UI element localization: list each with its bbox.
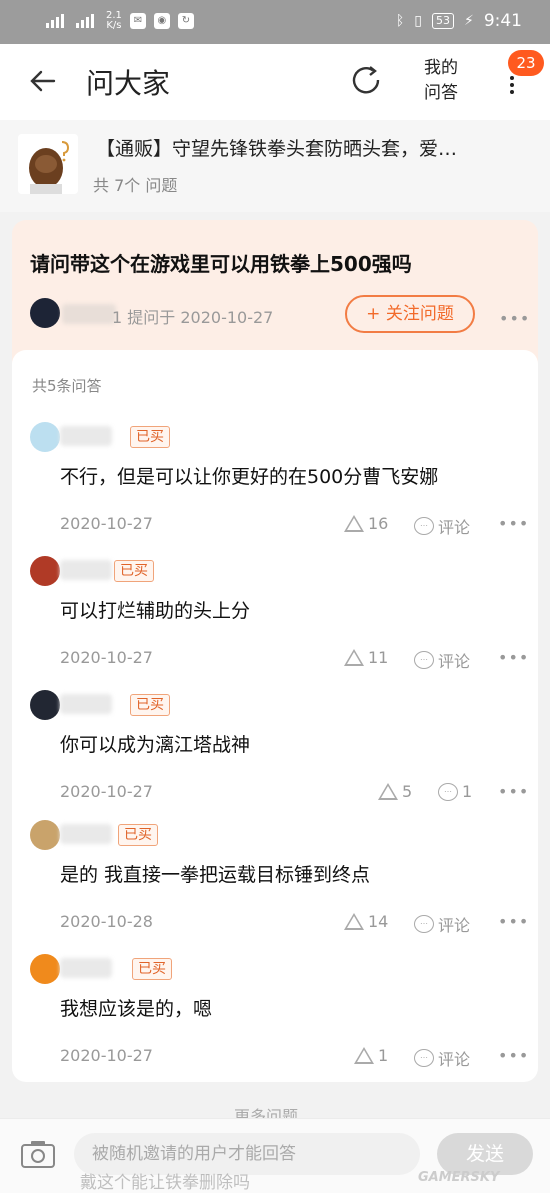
answer-more-icon[interactable]: ••• — [498, 912, 529, 931]
question-meta: 1 提问于 2020-10-27 — [112, 308, 274, 327]
clock: 9:41 — [483, 11, 522, 31]
watermark: GAMERSKY — [418, 1170, 500, 1185]
answer-more-icon[interactable]: ••• — [498, 782, 529, 801]
network-speed: 2.1 K/s — [106, 10, 122, 31]
comment-button[interactable]: … 评论 — [414, 912, 470, 936]
comment-bubble-icon: … — [438, 782, 458, 801]
like-button[interactable]: 16 — [344, 514, 388, 533]
answer-date: 2020-10-28 — [60, 912, 153, 931]
question-card: 请问带这个在游戏里可以用铁拳上500强吗 1 提问于 2020-10-27 + … — [12, 220, 538, 370]
comment-button[interactable]: … 1 — [438, 782, 472, 801]
answer-item: 已买 可以打烂辅助的头上分 2020-10-27 11 … 评论 ••• — [12, 556, 538, 686]
answer-item: 已买 是的 我直接一拳把运载目标锤到终点 2020-10-28 14 … 评论 •… — [12, 820, 538, 950]
comment-button[interactable]: … 评论 — [414, 1046, 470, 1070]
signal-icon-2 — [76, 14, 98, 28]
next-question-preview: 戴这个能让铁拳删除吗 — [80, 1173, 250, 1193]
product-summary[interactable]: 【通贩】守望先锋铁拳头套防晒头套，爱… 共 7个 问题 — [0, 120, 550, 212]
answers-count: 共5条问答 — [32, 377, 102, 395]
question-text: 请问带这个在游戏里可以用铁拳上500强吗 — [30, 252, 412, 276]
answer-date: 2020-10-27 — [60, 514, 153, 533]
comment-bubble-icon: … — [414, 915, 434, 933]
answer-avatar[interactable] — [30, 556, 60, 586]
signal-icon — [46, 14, 68, 28]
answer-more-icon[interactable]: ••• — [498, 1046, 529, 1065]
vibrate-icon: ▯ — [414, 13, 422, 29]
like-triangle-icon — [344, 649, 364, 666]
like-triangle-icon — [378, 783, 398, 800]
comment-bubble-icon: … — [414, 517, 434, 535]
answer-avatar[interactable] — [30, 422, 60, 452]
answer-item: 已买 我想应该是的，嗯 2020-10-27 1 … 评论 ••• — [12, 954, 538, 1084]
purchased-tag: 已买 — [114, 560, 154, 582]
answer-username-blurred — [60, 694, 112, 714]
answer-text: 是的 我直接一拳把运载目标锤到终点 — [60, 864, 371, 886]
status-bar: 2.1 K/s ✉ ◉ ↻ ᛒ ▯ 53 ⚡ 9:41 — [0, 0, 550, 44]
like-button[interactable]: 1 — [354, 1046, 388, 1065]
answer-date: 2020-10-27 — [60, 648, 153, 667]
like-button[interactable]: 5 — [378, 782, 412, 801]
more-menu-icon[interactable] — [505, 76, 519, 96]
sync-notification-icon: ↻ — [177, 13, 194, 29]
answer-avatar[interactable] — [30, 820, 60, 850]
charging-icon: ⚡ — [463, 13, 474, 29]
question-count: 共 7个 问题 — [93, 176, 178, 195]
map-notification-icon: ◉ — [153, 13, 170, 29]
answer-text: 你可以成为漓江塔战神 — [60, 734, 251, 756]
answer-date: 2020-10-27 — [60, 1046, 153, 1065]
purchased-tag: 已买 — [130, 694, 170, 716]
notification-badge: 23 — [508, 50, 544, 76]
answer-username-blurred — [60, 426, 112, 446]
send-button[interactable]: 发送 — [437, 1133, 533, 1175]
answers-panel: 共5条问答 已买 不行，但是可以让你更好的在500分曹飞安娜 2020-10-2… — [12, 350, 538, 1082]
answer-item: 已买 不行，但是可以让你更好的在500分曹飞安娜 2020-10-27 16 …… — [12, 422, 538, 552]
answer-username-blurred — [60, 560, 112, 580]
answer-text: 不行，但是可以让你更好的在500分曹飞安娜 — [60, 466, 439, 488]
bluetooth-icon: ᛒ — [395, 13, 405, 29]
like-triangle-icon — [354, 1047, 374, 1064]
comment-button[interactable]: … 评论 — [414, 514, 470, 538]
answer-username-blurred — [60, 824, 112, 844]
app-notification-icon: ✉ — [129, 13, 146, 29]
comment-bubble-icon: … — [414, 1049, 434, 1067]
refresh-icon[interactable] — [348, 62, 384, 98]
product-thumbnail — [18, 134, 78, 194]
answer-avatar[interactable] — [30, 954, 60, 984]
purchased-tag: 已买 — [130, 426, 170, 448]
answer-username-blurred — [60, 958, 112, 978]
answer-more-icon[interactable]: ••• — [498, 514, 529, 533]
page-title: 问大家 — [86, 67, 171, 100]
answer-text: 我想应该是的，嗯 — [60, 998, 213, 1020]
answer-date: 2020-10-27 — [60, 782, 153, 801]
purchased-tag: 已买 — [118, 824, 158, 846]
like-button[interactable]: 14 — [344, 912, 388, 931]
answer-avatar[interactable] — [30, 690, 60, 720]
like-triangle-icon — [344, 913, 364, 930]
camera-icon[interactable] — [20, 1139, 56, 1169]
answer-text: 可以打烂辅助的头上分 — [60, 600, 251, 622]
back-arrow-icon[interactable] — [28, 66, 58, 96]
answer-more-icon[interactable]: ••• — [498, 648, 529, 667]
asker-name-blurred — [62, 304, 116, 324]
like-button[interactable]: 11 — [344, 648, 388, 667]
app-header: 问大家 我的问答 23 — [0, 44, 550, 120]
comment-button[interactable]: … 评论 — [414, 648, 470, 672]
question-more-icon[interactable]: ••• — [499, 309, 530, 328]
answer-item: 已买 你可以成为漓江塔战神 2020-10-27 5 … 1 ••• — [12, 690, 538, 820]
battery-indicator: 53 — [431, 13, 454, 29]
follow-question-button[interactable]: + 关注问题 — [345, 295, 475, 333]
my-questions-button[interactable]: 我的问答 — [420, 56, 462, 106]
product-title: 【通贩】守望先锋铁拳头套防晒头套，爱… — [96, 138, 458, 160]
purchased-tag: 已买 — [132, 958, 172, 980]
like-triangle-icon — [344, 515, 364, 532]
asker-avatar[interactable] — [30, 298, 60, 328]
comment-bubble-icon: … — [414, 651, 434, 669]
